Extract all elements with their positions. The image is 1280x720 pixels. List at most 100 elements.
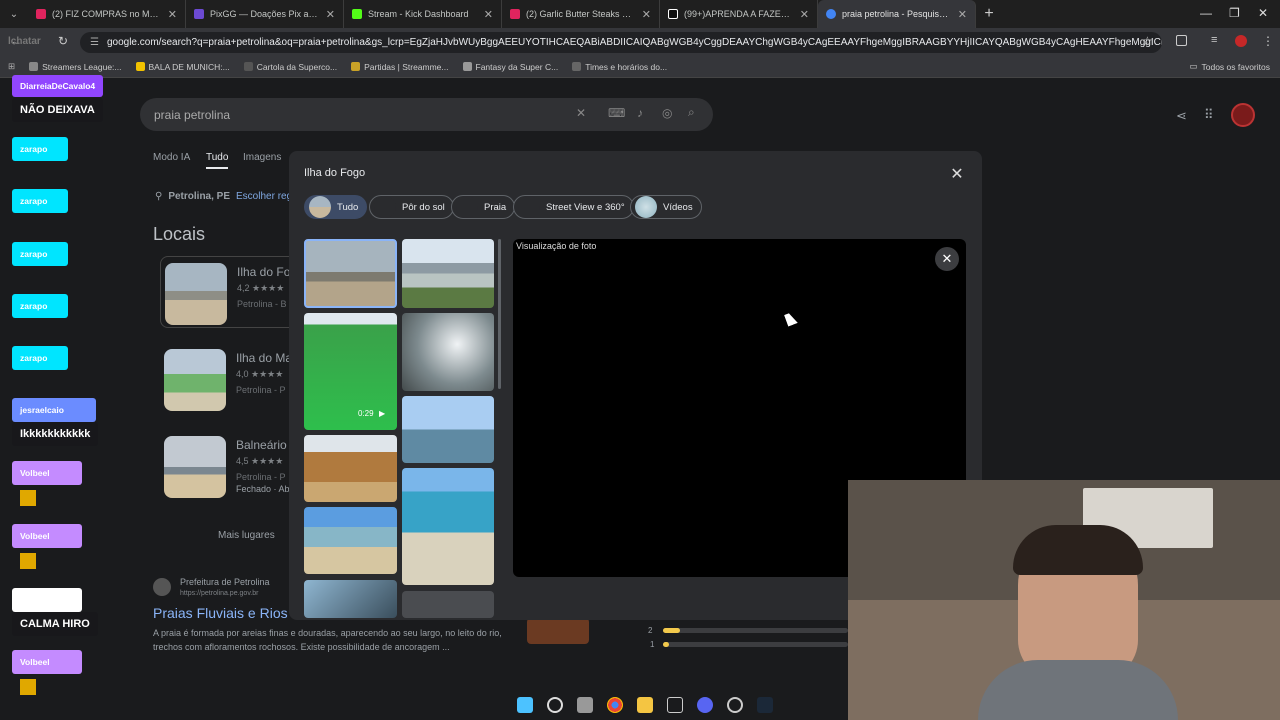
video-thumbnail[interactable]: 0:29 ▶ [304, 313, 397, 430]
chip-tudo[interactable]: Tudo [304, 195, 368, 219]
all-bookmarks-folder[interactable]: ▭ Todos os favoritos [1189, 61, 1270, 72]
photo-thumbnail[interactable] [402, 313, 494, 391]
chip-street-view[interactable]: Street View e 360° [513, 195, 634, 219]
windows-start-icon[interactable] [517, 697, 533, 713]
place-rating: 4,0 ★★★★ [236, 369, 284, 379]
bookmark-label: Cartola da Superco... [256, 61, 338, 72]
close-dialog-icon[interactable]: ✕ [948, 164, 966, 184]
google-favicon-icon [826, 9, 836, 19]
more-places-button[interactable]: Mais lugares [218, 530, 275, 541]
search-input[interactable]: praia petrolina ✕ ⌨ ♪ ◎ ⌕ [140, 98, 713, 131]
pixgg-favicon-icon [194, 9, 204, 19]
tab-modo-ia[interactable]: Modo IA [153, 152, 190, 163]
place-card[interactable]: Ilha do Ma 4,0 ★★★★ Petrolina - P [160, 343, 300, 415]
reading-list-icon[interactable]: ≡ [1211, 34, 1217, 46]
result-title-link[interactable]: Praias Fluviais e Rios [153, 605, 288, 621]
bookmark-star-icon[interactable]: ☆ [1142, 34, 1153, 48]
close-tab-icon[interactable]: ✕ [484, 8, 493, 21]
close-tab-icon[interactable]: ✕ [168, 8, 177, 21]
tab-tudo[interactable]: Tudo [206, 152, 229, 169]
place-address: Petrolina - B [237, 299, 287, 309]
browser-tab[interactable]: (2) FIZ COMPRAS no Maior Sho ✕ [28, 0, 186, 28]
chat-username-badge: zarapo [12, 346, 68, 370]
place-card[interactable]: Balneário 4,5 ★★★★ Petrolina - P Fechado… [160, 430, 300, 502]
reload-icon[interactable]: ↻ [58, 34, 68, 48]
address-bar[interactable]: ☰ google.com/search?q=praia+petrolina&oq… [80, 32, 1162, 53]
tab-title: PixGG — Doações Pix ao vivo p [210, 9, 320, 19]
file-explorer-icon[interactable] [637, 697, 653, 713]
site-info-icon[interactable]: ☰ [90, 37, 99, 48]
settings-gear-icon[interactable] [727, 697, 743, 713]
bookmark-item[interactable]: BALA DE MUNICH:... [135, 62, 230, 72]
close-tab-icon[interactable]: ✕ [800, 8, 809, 21]
bookmark-item[interactable]: Times e horários do... [572, 62, 667, 72]
photo-thumbnail[interactable] [402, 468, 494, 585]
bookmark-item[interactable]: Cartola da Superco... [243, 61, 338, 72]
photo-thumbnail[interactable] [304, 435, 397, 502]
steam-taskbar-icon[interactable] [757, 697, 773, 713]
place-thumbnail [164, 436, 226, 498]
app-taskbar-icon[interactable] [667, 697, 683, 713]
photo-thumbnail[interactable] [402, 396, 494, 463]
chip-videos[interactable]: Vídeos [630, 195, 702, 219]
place-thumbnail [164, 349, 226, 411]
bookmark-item[interactable]: Partidas | Streamme... [351, 62, 449, 72]
keyboard-icon[interactable]: ⌨ [608, 106, 625, 120]
address-url: google.com/search?q=praia+petrolina&oq=p… [106, 37, 1162, 48]
tab-imagens[interactable]: Imagens [243, 152, 281, 163]
browser-tab[interactable]: PixGG — Doações Pix ao vivo p ✕ [186, 0, 344, 28]
place-rating: 4,5 ★★★★ [236, 456, 284, 466]
clear-search-icon[interactable]: ✕ [576, 106, 586, 120]
chip-por-do-sol[interactable]: Pôr do sol [369, 195, 454, 219]
close-tab-icon[interactable]: ✕ [642, 8, 651, 21]
bookmark-label: Todos os favoritos [1201, 61, 1270, 72]
share-icon[interactable]: ⋖ [1176, 108, 1187, 124]
taskbar-search-icon[interactable] [547, 697, 563, 713]
change-region-link[interactable]: Escolher reg [236, 191, 292, 202]
minimize-icon[interactable]: — [1200, 6, 1212, 20]
photo-thumbnail[interactable] [304, 507, 397, 574]
chat-emote-icon [20, 553, 36, 569]
close-tab-icon[interactable]: ✕ [958, 8, 967, 21]
maximize-icon[interactable]: ❐ [1229, 6, 1240, 20]
chat-username-badge: zarapo [12, 137, 68, 161]
rating-bar-label: 1 [650, 640, 655, 649]
bookmark-item[interactable]: Streamers League:... [29, 62, 122, 72]
profile-avatar[interactable] [1235, 35, 1247, 47]
youtube-favicon-icon [510, 9, 520, 19]
place-name: Ilha do Fo [237, 265, 291, 279]
discord-taskbar-icon[interactable] [697, 697, 713, 713]
chip-thumbnail [635, 196, 657, 218]
account-avatar[interactable] [1231, 103, 1255, 127]
lens-camera-icon[interactable]: ◎ [662, 106, 672, 120]
task-view-icon[interactable] [577, 697, 593, 713]
tab-search-chevron-icon[interactable]: ⌄ [0, 0, 28, 28]
photo-thumbnail[interactable] [402, 591, 494, 618]
thumbnails-scrollbar[interactable] [498, 239, 501, 389]
bookmark-favicon-icon [135, 62, 145, 71]
browser-tab-active[interactable]: praia petrolina - Pesquisa Goog ✕ [818, 0, 976, 28]
streamer-shirt [978, 660, 1178, 720]
chrome-taskbar-icon[interactable] [607, 697, 623, 713]
chrome-menu-icon[interactable]: ⋮ [1262, 34, 1274, 48]
extensions-icon[interactable] [1176, 35, 1187, 46]
close-preview-icon[interactable]: ✕ [935, 247, 959, 271]
browser-tab[interactable]: (2) Garlic Butter Steaks and Car ✕ [502, 0, 660, 28]
browser-tab[interactable]: (99+)APRENDA A FAZER COSTE ✕ [660, 0, 818, 28]
bookmark-item[interactable]: Fantasy da Super C... [462, 62, 558, 72]
chip-praia[interactable]: Praia [451, 195, 516, 219]
photo-thumbnail-selected[interactable] [304, 239, 397, 308]
new-tab-plus-icon[interactable]: + [976, 5, 1002, 23]
close-window-icon[interactable]: ✕ [1258, 6, 1268, 20]
place-card[interactable]: Ilha do Fo 4,2 ★★★★ Petrolina - B [160, 256, 300, 328]
photo-thumbnail[interactable] [402, 239, 494, 308]
close-tab-icon[interactable]: ✕ [326, 8, 335, 21]
source-favicon-icon [153, 578, 171, 596]
photo-thumbnail[interactable] [304, 580, 397, 618]
search-icon[interactable]: ⌕ [688, 105, 695, 120]
apps-grid-icon[interactable]: ⊞ [8, 61, 15, 72]
chat-message: Ikkkkkkkkkkk [12, 422, 99, 446]
browser-tab[interactable]: Stream - Kick Dashboard ✕ [344, 0, 502, 28]
google-apps-icon[interactable]: ⠿ [1204, 107, 1214, 123]
microphone-icon[interactable]: ♪ [637, 106, 643, 120]
